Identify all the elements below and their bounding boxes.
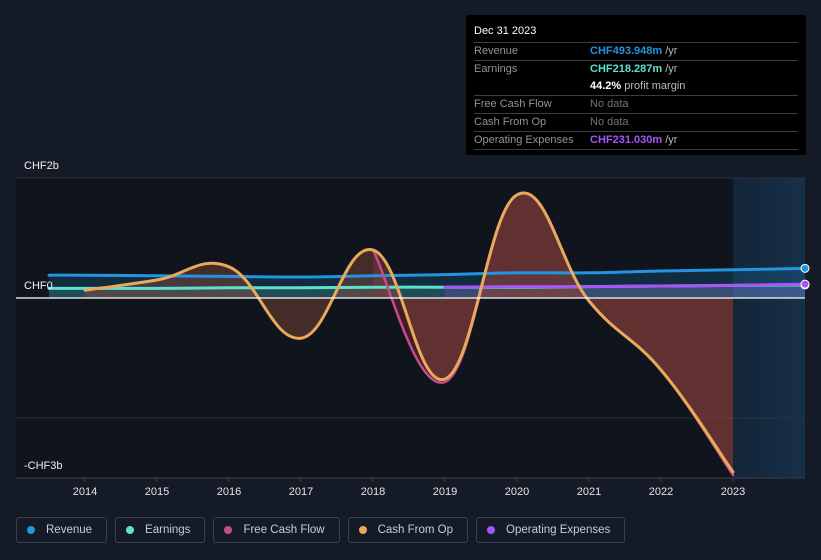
x-tick-label: 2022 (649, 486, 673, 498)
legend-label: Operating Expenses (506, 524, 611, 536)
x-tick-label: 2017 (289, 486, 313, 498)
legend-dot-icon (126, 526, 135, 534)
tooltip-label (474, 78, 590, 95)
legend-dot-icon (224, 526, 233, 534)
tooltip-row-opex: Operating Expenses CHF231.030m /yr (474, 132, 798, 150)
tooltip-unit: /yr (662, 45, 678, 57)
tooltip-date: Dec 31 2023 (474, 23, 798, 43)
legend-dot-icon (27, 526, 35, 534)
legend-label: Earnings (145, 524, 191, 536)
endpoint-marker-revenue (800, 263, 810, 273)
endpoint-marker-operating-expenses (800, 279, 810, 289)
x-tick-label: 2015 (145, 486, 169, 498)
legend: Revenue Earnings Free Cash Flow Cash Fro… (16, 517, 626, 543)
tooltip-value: CHF231.030m (590, 134, 663, 146)
forecast-region (733, 178, 805, 478)
legend-item-earnings[interactable]: Earnings (115, 517, 206, 543)
tooltip-unit: /yr (662, 63, 678, 75)
y-tick-label-2b: CHF2b (24, 160, 59, 172)
y-tick-label-neg3b: -CHF3b (24, 460, 63, 472)
legend-item-revenue[interactable]: Revenue (16, 517, 108, 543)
legend-label: Revenue (46, 524, 93, 536)
x-tick-label: 2020 (505, 486, 529, 498)
legend-dot-icon (487, 526, 496, 534)
tooltip-value: No data (590, 98, 629, 110)
legend-item-free-cash-flow[interactable]: Free Cash Flow (213, 517, 340, 543)
legend-item-cash-from-op[interactable]: Cash From Op (347, 517, 469, 543)
tooltip-row-cfo: Cash From Op No data (474, 114, 798, 132)
x-tick-label: 2014 (73, 486, 97, 498)
x-tick-label: 2016 (217, 486, 241, 498)
tooltip: Dec 31 2023 Revenue CHF493.948m /yr Earn… (466, 15, 806, 155)
legend-dot-icon (358, 526, 367, 534)
tooltip-row-earnings: Earnings CHF218.287m /yr (474, 61, 798, 78)
tooltip-label: Cash From Op (474, 116, 547, 128)
tooltip-unit: profit margin (621, 80, 686, 92)
x-tick-label: 2019 (433, 486, 457, 498)
tooltip-unit: /yr (662, 134, 678, 146)
tooltip-row-fcf: Free Cash Flow No data (474, 96, 798, 114)
x-tick-label: 2018 (361, 486, 385, 498)
tooltip-label: Revenue (474, 45, 519, 57)
tooltip-value: CHF493.948m (590, 45, 663, 57)
tooltip-value: 44.2% (590, 80, 622, 92)
y-tick-label-0: CHF0 (24, 280, 53, 292)
tooltip-row-profit-margin: 44.2% profit margin (474, 78, 798, 96)
tooltip-value: CHF218.287m (590, 63, 663, 75)
x-tick-label: 2023 (721, 486, 745, 498)
x-tick-label: 2021 (577, 486, 601, 498)
tooltip-row-revenue: Revenue CHF493.948m /yr (474, 43, 798, 61)
legend-item-operating-expenses[interactable]: Operating Expenses (476, 517, 626, 543)
tooltip-label: Earnings (474, 63, 518, 75)
tooltip-label: Free Cash Flow (474, 98, 552, 110)
legend-label: Cash From Op (377, 524, 454, 536)
tooltip-value: No data (590, 116, 629, 128)
tooltip-label: Operating Expenses (474, 134, 574, 146)
legend-label: Free Cash Flow (243, 524, 325, 536)
